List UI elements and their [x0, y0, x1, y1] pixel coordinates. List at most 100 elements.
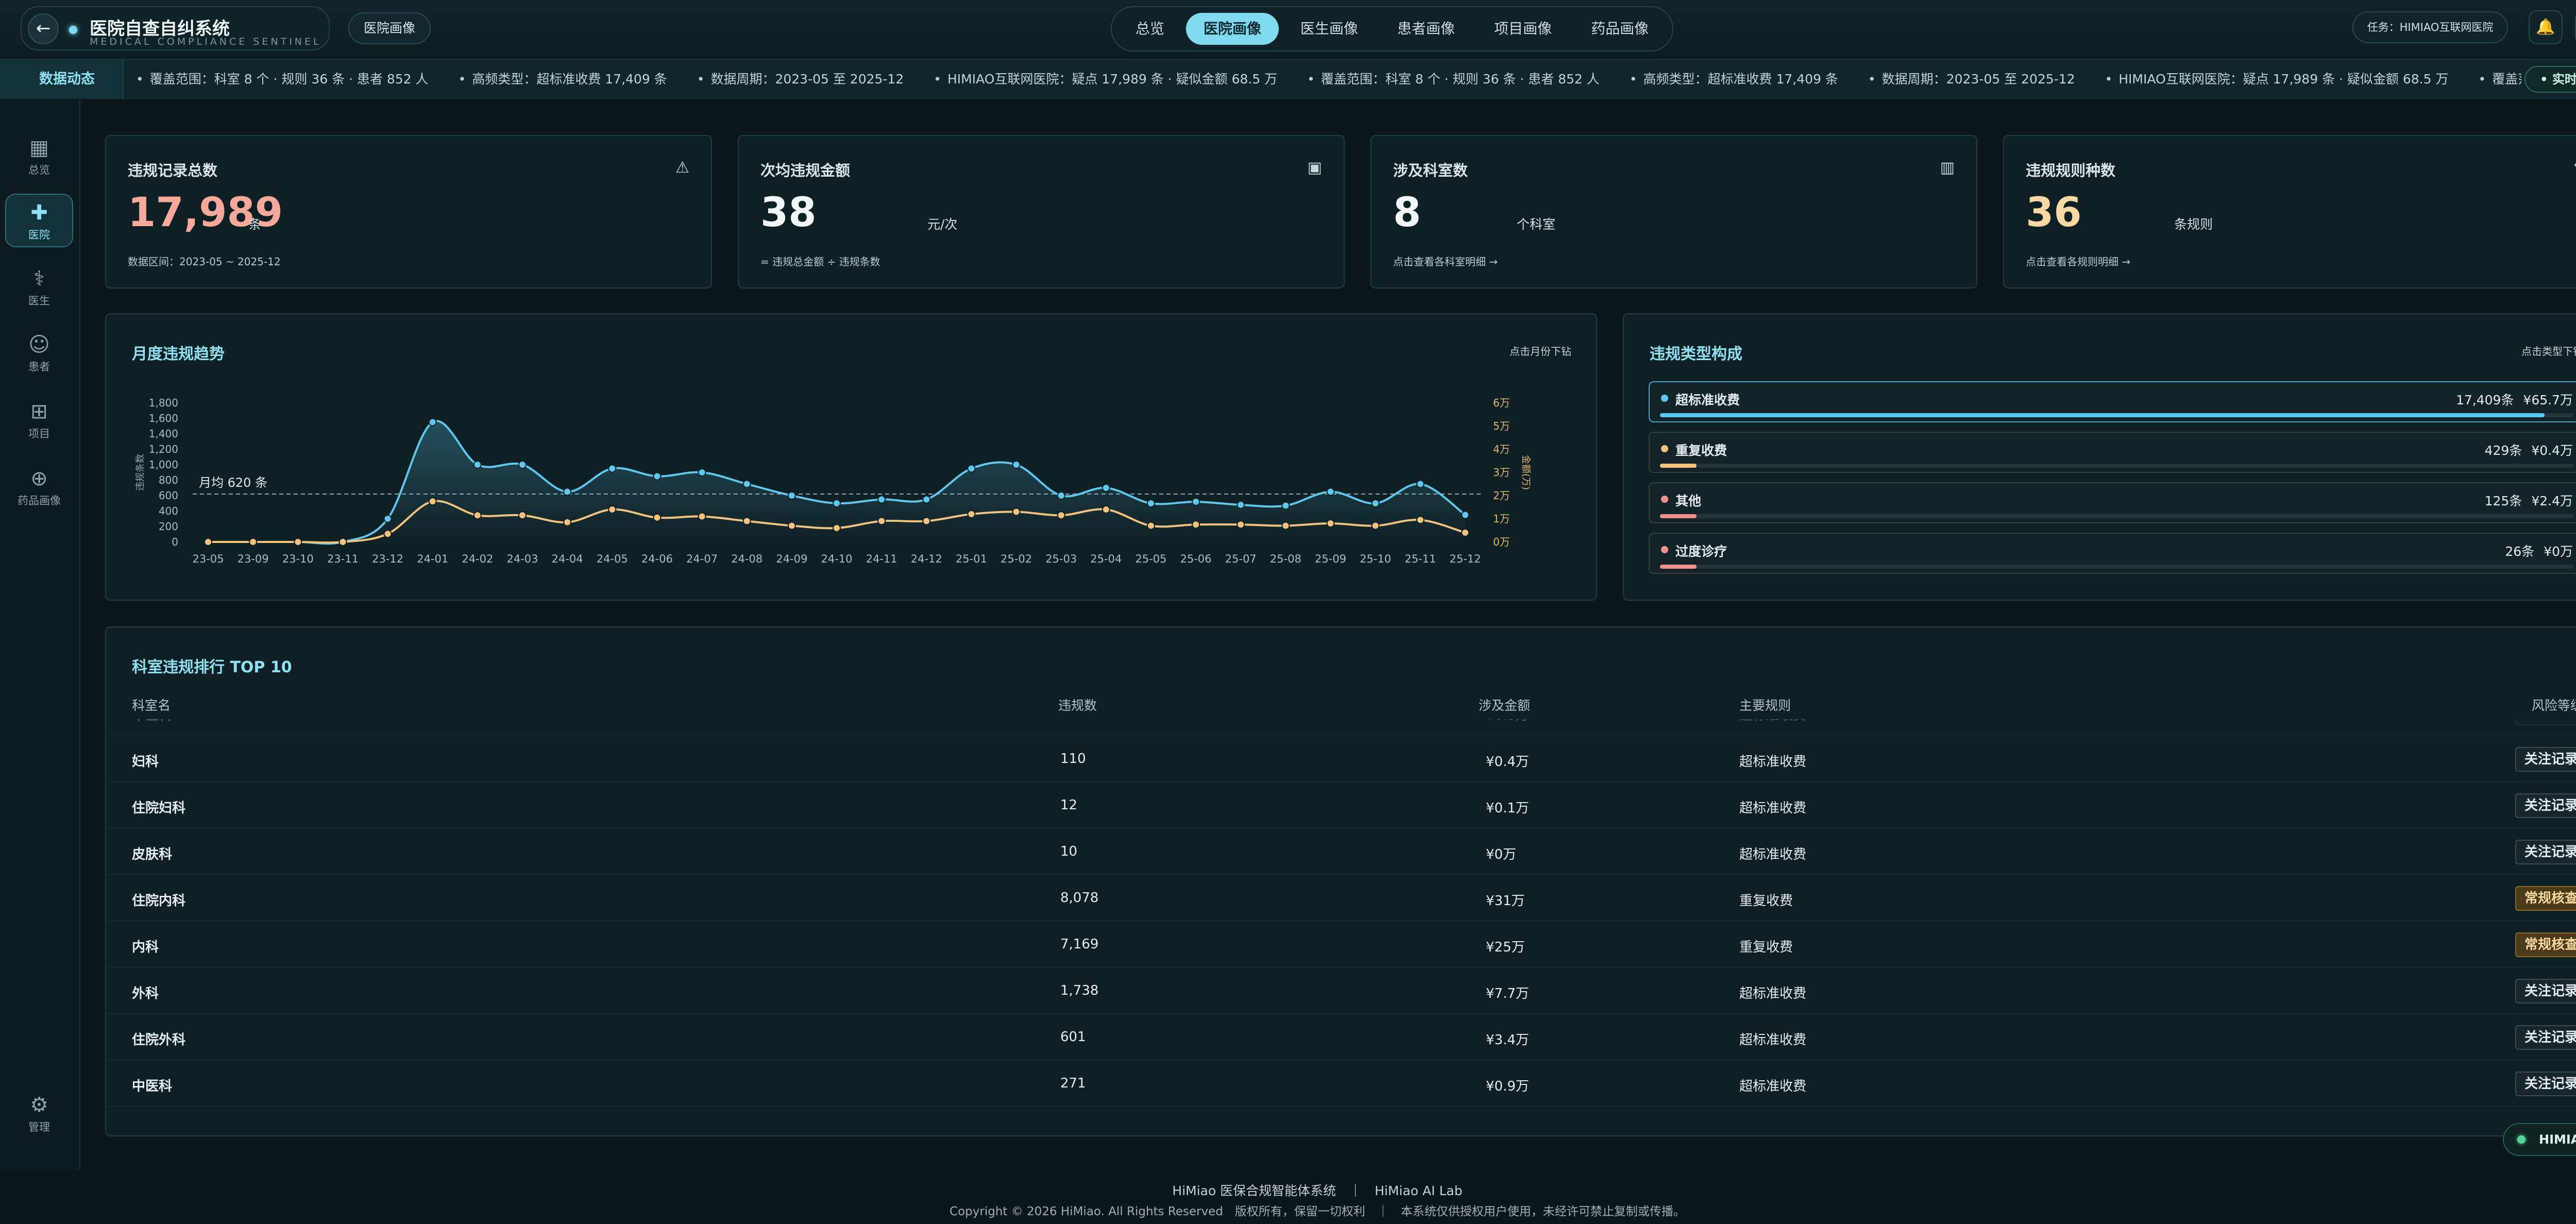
ticker-track: 覆盖范围：科室 8 个 · 规则 36 条 · 患者 852 人高频类型：超标准… — [136, 60, 2521, 99]
risk-level-badge[interactable]: 常规核查 — [2515, 886, 2576, 911]
column-header-amount[interactable]: 涉及金额 — [1479, 695, 1530, 714]
live-data-button[interactable]: • 实时数据 — [2524, 66, 2576, 93]
stat-card[interactable]: 违规规则种数 ⚒ 36 条规则点击查看各规则明细 → — [2003, 135, 2576, 288]
table-row[interactable]: 住院外科 601 ¥3.4万 超标准收费 关注记录 — [106, 1014, 2576, 1060]
stat-footnote[interactable]: 点击查看各科室明细 → — [1393, 253, 1498, 268]
violation-count: 10 — [1060, 844, 1078, 859]
nav-tab[interactable]: 患者画像 — [1380, 13, 1472, 45]
trend-chart[interactable]: 0 200 400 600 800 1,000 1,200 1,400 1,600 1,800 0万… — [106, 314, 1598, 602]
risk-level-badge[interactable]: 关注记录 — [2515, 793, 2576, 818]
table-row[interactable]: 内科 7,169 ¥25万 重复收费 常规核查 — [106, 921, 2576, 967]
risk-level-badge[interactable]: 关注记录 — [2515, 747, 2576, 772]
nav-tab[interactable]: 药品画像 — [1573, 13, 1666, 45]
hospital-icon: ✚ — [30, 201, 48, 225]
composition-item[interactable]: 过度诊疗 26条 ¥0万 — [1649, 533, 2576, 574]
risk-level-badge[interactable]: 关注记录 — [2515, 1072, 2576, 1096]
sidebar-item[interactable]: ⊞ 项目 — [5, 394, 73, 447]
nav-tab[interactable]: 总览 — [1118, 13, 1182, 45]
main-rule: 重复收费 — [1739, 893, 1793, 909]
composition-amount: ¥65.7万 — [2523, 393, 2573, 407]
ticker-label: 数据动态 — [0, 60, 124, 99]
grid-icon: ▦ — [29, 136, 49, 160]
ranking-rows[interactable]: 中医科271¥0.9万超标准收费关注记录妇科110¥0.4万超标准收费关注记录住… — [106, 719, 2576, 1126]
sidebar-item[interactable]: ✚ 医院 — [5, 194, 73, 247]
table-row[interactable]: 住院内科 8,078 ¥31万 重复收费 常规核查 — [106, 875, 2576, 921]
sidebar-item[interactable]: ⊕ 药品画像 — [5, 461, 73, 514]
risk-level-badge[interactable]: 关注记录 — [2515, 719, 2576, 725]
data-point — [1281, 501, 1290, 510]
footer: HiMiao 医保合规智能体系统 ｜ HiMiao AI Lab Copyrig… — [0, 1168, 2576, 1224]
data-point — [1326, 519, 1335, 528]
table-row[interactable]: 外科 1,738 ¥7.7万 超标准收费 关注记录 — [106, 967, 2576, 1014]
table-row[interactable]: 中医科 271 ¥0.9万 超标准收费 关注记录 — [106, 719, 2576, 736]
x-tick-label: 25-11 — [1404, 553, 1436, 565]
x-tick-label: 24-07 — [686, 553, 718, 565]
ticker-item: 数据周期：2023-05 至 2025-12 — [1868, 60, 2075, 99]
table-row[interactable]: 中医科 271 ¥0.9万 超标准收费 关注记录 — [106, 1060, 2576, 1107]
table-row[interactable]: 妇科 110 ¥0.4万 超标准收费 关注记录 — [106, 736, 2576, 782]
y-axis-label-left: 违规条数 — [135, 454, 146, 491]
sidebar-item[interactable]: ⚕ 医生 — [5, 261, 73, 314]
x-tick-label: 24-11 — [866, 553, 897, 565]
x-tick-label: 23-09 — [238, 553, 269, 565]
bell-icon[interactable]: 🔔 — [2529, 10, 2563, 44]
table-row[interactable]: 住院妇科 12 ¥0.1万 超标准收费 关注记录 — [106, 782, 2576, 828]
footer-line-1: HiMiao 医保合规智能体系统 ｜ HiMiao AI Lab — [1172, 1183, 1463, 1198]
data-point — [1012, 507, 1021, 516]
y-tick-label-right: 1万 — [1493, 513, 1510, 525]
composition-name: 过度诊疗 — [1675, 544, 1727, 559]
sidebar-item[interactable]: ▦ 总览 — [5, 130, 73, 183]
column-header-count[interactable]: 违规数 — [1058, 695, 1097, 714]
footer-line-2: Copyright © 2026 HiMiao. All Rights Rese… — [950, 1205, 1685, 1218]
composition-item[interactable]: 重复收费 429条 ¥0.4万 — [1649, 432, 2576, 473]
risk-level-badge[interactable]: 关注记录 — [2515, 1025, 2576, 1050]
stat-footnote[interactable]: 点击查看各规则明细 → — [2026, 253, 2130, 268]
composition-hint[interactable]: 点击类型下钻 — [2521, 343, 2576, 358]
composition-values: 26条 ¥0万 — [2496, 541, 2573, 560]
task-badge[interactable]: 任务：HIMIAO互联网医院 — [2352, 11, 2508, 43]
ranking-title: 科室违规排行 TOP 10 — [132, 658, 292, 676]
data-point — [1461, 511, 1469, 519]
x-tick-label: 24-12 — [911, 553, 942, 565]
nav-tab[interactable]: 医生画像 — [1283, 13, 1376, 45]
stat-card[interactable]: 违规记录总数 ⚠ 17,989 条数据区间：2023-05 ~ 2025-12 — [105, 135, 712, 288]
ai-assistant-button[interactable]: HIMIAO AI — [2503, 1123, 2576, 1156]
column-header-risk[interactable]: 风险等级 — [2532, 695, 2576, 714]
involved-amount: ¥7.7万 — [1486, 986, 1529, 1001]
column-header-name[interactable]: 科室名 — [132, 695, 171, 714]
composition-bar — [1660, 514, 1697, 518]
ai-status-dot-icon — [2517, 1135, 2526, 1144]
nav-tab[interactable]: 项目画像 — [1477, 13, 1569, 45]
module-badge[interactable]: 医院画像 — [348, 12, 431, 44]
stat-card[interactable]: 涉及科室数 ▥ 8 个科室 点击查看各科室明细 → — [1370, 135, 1977, 288]
data-point — [563, 487, 572, 496]
composition-amount: ¥2.4万 — [2531, 494, 2573, 508]
stat-card[interactable]: 次均违规金额 ▣ 38 元/次 = 违规总金额 ÷ 违规条数 — [738, 135, 1345, 288]
data-point — [1326, 487, 1335, 496]
nav-tab[interactable]: 医院画像 — [1186, 13, 1279, 45]
y-tick-label-left: 1,000 — [149, 458, 178, 471]
top-bar: ← 医院自查自纠系统 MEDICAL COMPLIANCE SENTINEL 医… — [0, 0, 2576, 60]
data-point — [1012, 461, 1021, 469]
main-rule: 重复收费 — [1739, 940, 1793, 955]
main-rule: 超标准收费 — [1739, 847, 1807, 862]
sidebar-item[interactable]: ☺ 患者 — [5, 327, 73, 380]
ranking-panel: 科室违规排行 TOP 10 科室名 违规数 涉及金额 主要规则 风险等级 中医科… — [105, 626, 2576, 1136]
main-rule: 超标准收费 — [1739, 986, 1807, 1001]
risk-level-badge[interactable]: 常规核查 — [2515, 932, 2576, 957]
data-point — [1236, 520, 1245, 529]
risk-level-badge[interactable]: 关注记录 — [2515, 840, 2576, 864]
violation-count: 12 — [1060, 797, 1078, 813]
table-row[interactable]: 皮肤科 10 ¥0万 超标准收费 关注记录 — [106, 828, 2576, 875]
stat-unit: 条规则 — [2174, 217, 2213, 232]
stethoscope-icon: ⚕ — [33, 267, 45, 291]
sidebar-item-settings[interactable]: ⚙ 管理 — [5, 1087, 73, 1141]
trend-hint[interactable]: 点击月份下钻 — [1510, 343, 1571, 358]
column-header-rule[interactable]: 主要规则 — [1739, 695, 1791, 714]
risk-level-badge[interactable]: 关注记录 — [2515, 979, 2576, 1004]
composition-item[interactable]: 其他 125条 ¥2.4万 — [1649, 482, 2576, 523]
data-point — [1057, 491, 1065, 500]
composition-item[interactable]: 超标准收费 17,409条 ¥65.7万 — [1649, 381, 2576, 422]
back-arrow-icon[interactable]: ← — [28, 13, 59, 44]
gear-icon: ⚙ — [30, 1093, 48, 1117]
